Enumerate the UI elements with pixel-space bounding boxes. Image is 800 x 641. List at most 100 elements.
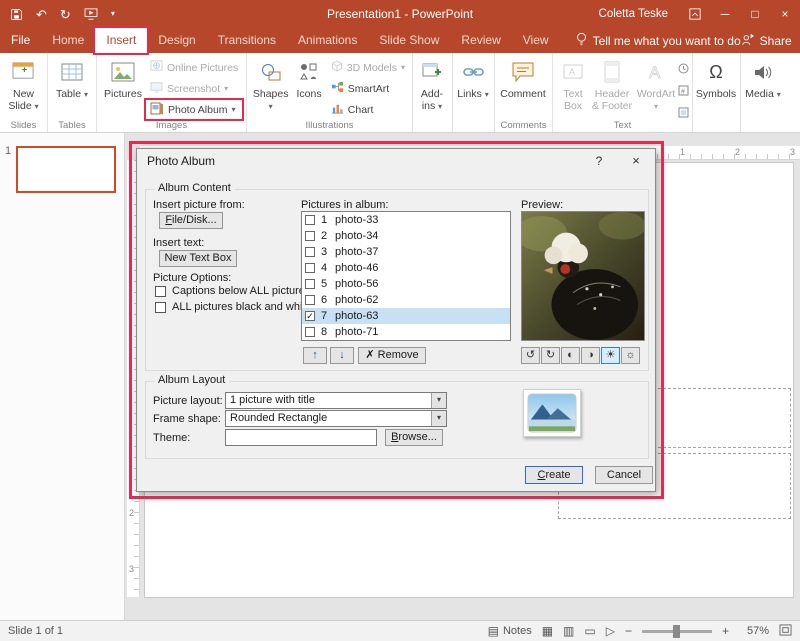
picture-checkbox[interactable]: ✓ <box>305 311 315 321</box>
tab-slide-show[interactable]: Slide Show <box>368 28 450 53</box>
dropdown-arrow-icon[interactable]: ▾ <box>431 411 446 426</box>
dropdown-arrow-icon[interactable]: ▾ <box>431 393 446 408</box>
album-picture-row[interactable]: 6 photo-62 <box>302 292 510 308</box>
captions-checkbox[interactable] <box>155 286 166 297</box>
zoom-in-button[interactable]: + <box>722 624 729 638</box>
black-and-white-checkbox-label[interactable]: ALL pictures black and white <box>172 301 312 313</box>
undo-icon[interactable]: ↶ <box>36 8 47 21</box>
comment-button[interactable]: Comment <box>498 55 548 100</box>
save-icon[interactable] <box>10 8 23 21</box>
zoom-slider[interactable] <box>641 624 712 638</box>
slide-thumbnail[interactable] <box>16 146 116 193</box>
tab-review[interactable]: Review <box>450 28 511 53</box>
picture-checkbox[interactable] <box>305 231 315 241</box>
photo-album-button[interactable]: Photo Album ▾ <box>143 98 245 121</box>
picture-checkbox[interactable] <box>305 295 315 305</box>
move-up-button[interactable]: ↑ <box>303 347 327 364</box>
shapes-button[interactable]: Shapes ▾ <box>250 55 291 112</box>
new-text-box-button[interactable]: New Text Box <box>159 250 237 267</box>
tab-file[interactable]: File <box>0 28 41 53</box>
picture-checkbox[interactable] <box>305 247 315 257</box>
pictures-button[interactable]: Pictures <box>100 55 146 100</box>
black-and-white-checkbox[interactable] <box>155 302 166 313</box>
chicken-photo <box>522 212 644 340</box>
reading-view-icon[interactable]: ▭ <box>584 624 595 638</box>
move-down-button[interactable]: ↓ <box>330 347 354 364</box>
icons-button[interactable]: Icons <box>291 55 326 100</box>
chart-icon <box>331 102 344 117</box>
symbols-button[interactable]: Ω Symbols <box>696 55 736 100</box>
new-slide-button[interactable]: New Slide ▾ <box>3 55 44 112</box>
slide-sorter-view-icon[interactable]: ▥ <box>563 624 574 638</box>
fit-to-window-icon[interactable] <box>779 623 792 639</box>
file-disk-button[interactable]: File/Disk... <box>159 212 223 229</box>
slideshow-view-icon[interactable]: ▷ <box>606 624 615 638</box>
tab-insert[interactable]: Insert <box>93 26 150 55</box>
restore-button[interactable]: □ <box>740 0 770 28</box>
zoom-slider-thumb[interactable] <box>673 624 681 638</box>
picture-checkbox[interactable] <box>305 215 315 225</box>
album-picture-row[interactable]: 4 photo-46 <box>302 260 510 276</box>
album-picture-row[interactable]: 3 photo-37 <box>302 244 510 260</box>
rotate-left-button[interactable]: ↺ <box>521 347 540 364</box>
theme-input[interactable] <box>225 429 377 446</box>
start-slideshow-icon[interactable] <box>84 8 98 20</box>
picture-checkbox[interactable] <box>305 327 315 337</box>
pictures-in-album-list[interactable]: 1 photo-33 2 photo-34 3 photo-37 4 photo-46 … <box>301 211 511 341</box>
preview-image <box>521 211 645 341</box>
account-name[interactable]: Coletta Teske <box>599 8 668 20</box>
links-button[interactable]: Links ▾ <box>456 55 490 100</box>
tell-me-box[interactable]: Tell me what you want to do <box>576 32 741 49</box>
zoom-percentage[interactable]: 57% <box>739 625 769 637</box>
picture-checkbox[interactable] <box>305 263 315 273</box>
frame-shape-dropdown[interactable]: Rounded Rectangle ▾ <box>225 410 447 427</box>
online-pictures-button[interactable]: Online Pictures <box>146 58 242 77</box>
3d-models-button[interactable]: 3D Models ▾ <box>327 58 409 77</box>
album-picture-row[interactable]: 8 photo-71 <box>302 324 510 340</box>
date-time-icon[interactable] <box>678 61 689 79</box>
media-button[interactable]: Media ▾ <box>744 55 782 100</box>
share-button[interactable]: Share <box>741 33 792 49</box>
tab-view[interactable]: View <box>512 28 560 53</box>
album-picture-row-selected[interactable]: ✓ 7 photo-63 <box>302 308 510 324</box>
brightness-decrease-button[interactable]: ☼ <box>621 347 640 364</box>
tab-home[interactable]: Home <box>41 28 95 53</box>
table-button[interactable]: Table ▾ <box>51 55 93 100</box>
text-box-button[interactable]: A Text Box <box>556 55 590 112</box>
brightness-increase-button[interactable]: ☀ <box>601 347 620 364</box>
smartart-button[interactable]: SmartArt <box>327 79 409 98</box>
album-picture-row[interactable]: 1 photo-33 <box>302 212 510 228</box>
redo-icon[interactable]: ↻ <box>60 8 71 21</box>
customize-quick-access-icon[interactable]: ▾ <box>111 10 115 18</box>
dialog-close-button[interactable]: × <box>623 149 649 173</box>
picture-checkbox[interactable] <box>305 279 315 289</box>
slide-number-icon[interactable]: # <box>678 83 689 101</box>
wordart-button[interactable]: A WordArt ▾ <box>634 55 678 112</box>
ribbon-display-options-icon[interactable] <box>680 0 710 28</box>
browse-button[interactable]: Browse... <box>385 429 443 446</box>
add-ins-button[interactable]: Add-ins ▾ <box>416 55 448 112</box>
zoom-out-button[interactable]: − <box>625 624 632 638</box>
tab-transitions[interactable]: Transitions <box>207 28 287 53</box>
picture-layout-dropdown[interactable]: 1 picture with title ▾ <box>225 392 447 409</box>
rotate-right-button[interactable]: ↻ <box>541 347 560 364</box>
tab-design[interactable]: Design <box>147 28 206 53</box>
minimize-button[interactable]: ─ <box>710 0 740 28</box>
contrast-decrease-button[interactable]: ◑ <box>581 347 600 364</box>
svg-text:#: # <box>681 89 685 96</box>
cancel-button[interactable]: Cancel <box>595 466 653 484</box>
dialog-help-button[interactable]: ? <box>587 149 611 173</box>
contrast-increase-button[interactable]: ◐ <box>561 347 580 364</box>
captions-checkbox-label[interactable]: Captions below ALL pictures <box>172 285 310 297</box>
chart-button[interactable]: Chart <box>327 100 409 119</box>
album-picture-row[interactable]: 5 photo-56 <box>302 276 510 292</box>
tab-animations[interactable]: Animations <box>287 28 368 53</box>
close-button[interactable]: × <box>770 0 800 28</box>
album-picture-row[interactable]: 2 photo-34 <box>302 228 510 244</box>
screenshot-button[interactable]: Screenshot ▾ <box>146 79 242 98</box>
notes-button[interactable]: ▤ Notes <box>488 624 532 638</box>
header-footer-button[interactable]: Header & Footer <box>590 55 634 112</box>
normal-view-icon[interactable]: ▦ <box>542 624 553 638</box>
create-button[interactable]: Create <box>525 466 583 484</box>
remove-button[interactable]: ✗ Remove <box>358 347 426 364</box>
